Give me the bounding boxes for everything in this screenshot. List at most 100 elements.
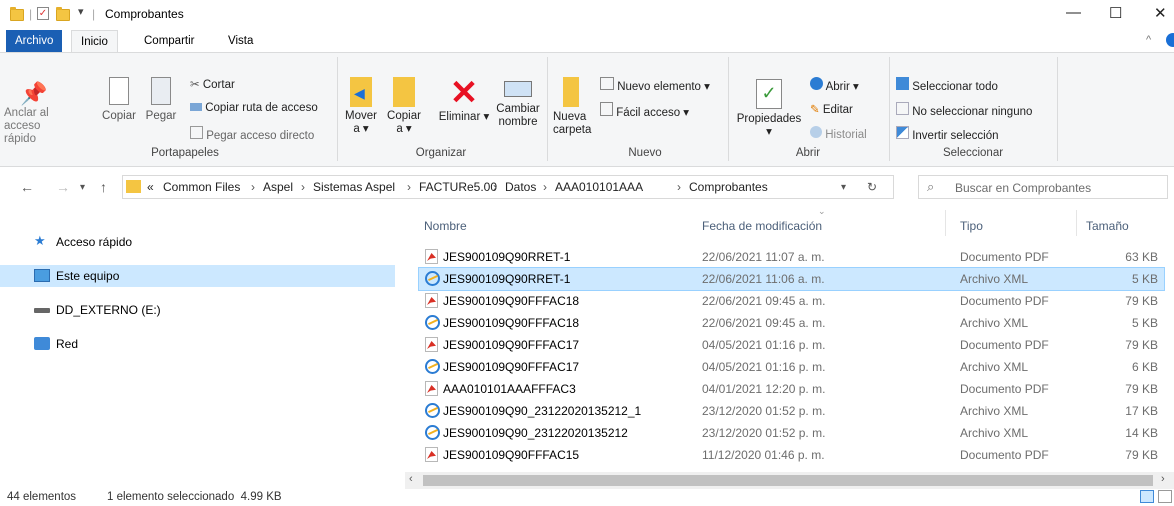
- select-all-button[interactable]: Seleccionar todo: [896, 77, 998, 93]
- breadcrumb-facture[interactable]: FACTURe5.00: [419, 180, 497, 194]
- properties-quick-icon[interactable]: ✓: [37, 7, 49, 20]
- tab-archivo[interactable]: Archivo: [6, 30, 63, 52]
- history-icon: [810, 126, 822, 138]
- back-arrow-icon[interactable]: ←: [20, 179, 34, 195]
- pin-icon: 📌: [20, 81, 48, 106]
- group-divider: [889, 57, 890, 161]
- file-row[interactable]: AAA010101AAAFFFAC3 04/01/2021 12:20 p. m…: [419, 378, 1164, 400]
- window-title: Comprobantes: [105, 7, 184, 21]
- sort-indicator-icon: ⌄: [818, 206, 826, 216]
- copy-path-button[interactable]: Copiar ruta de acceso: [190, 102, 318, 114]
- file-row-selected[interactable]: JES900109Q90RRET-1 22/06/2021 11:06 a. m…: [418, 267, 1165, 291]
- paste-button[interactable]: Pegar: [142, 77, 180, 123]
- close-button[interactable]: ✕: [1154, 4, 1167, 22]
- new-folder-quick-icon[interactable]: [56, 7, 70, 21]
- scroll-left-icon[interactable]: ‹: [409, 473, 413, 485]
- cut-button[interactable]: ✂ Cortar: [190, 77, 235, 91]
- file-row[interactable]: JES900109Q90FFFAC18 22/06/2021 09:45 a. …: [419, 290, 1164, 312]
- paste-shortcut-button[interactable]: Pegar acceso directo: [190, 126, 314, 142]
- folder-icon: [126, 180, 141, 193]
- rename-button[interactable]: Cambiar nombre: [492, 77, 544, 129]
- help-icon[interactable]: [1166, 33, 1174, 47]
- column-header-name[interactable]: Nombre: [424, 219, 467, 233]
- quick-access-dropdown-icon[interactable]: ▾: [78, 5, 84, 18]
- copy-button[interactable]: Copiar: [97, 77, 141, 123]
- search-icon: ⌕: [927, 179, 935, 194]
- file-row[interactable]: JES900109Q90FFFAC17 04/05/2021 01:16 p. …: [419, 356, 1164, 378]
- nav-item-external-drive[interactable]: DD_EXTERNO (E:): [0, 299, 395, 321]
- new-item-icon: [600, 77, 614, 90]
- select-all-icon: [896, 77, 909, 90]
- nav-item-quick-access[interactable]: ★ Acceso rápido: [0, 231, 395, 253]
- edit-button[interactable]: ✎ Editar: [810, 102, 853, 116]
- address-dropdown-icon[interactable]: ▾: [841, 182, 846, 193]
- open-button[interactable]: Abrir ▾: [810, 77, 859, 93]
- ribbon-tabs: Archivo Inicio Compartir Vista ^: [0, 30, 1174, 52]
- tab-vista[interactable]: Vista: [219, 30, 262, 52]
- new-folder-button[interactable]: Nueva carpeta: [553, 77, 603, 137]
- shortcut-icon: [190, 126, 203, 139]
- breadcrumb-datos[interactable]: Datos: [505, 180, 536, 194]
- delete-button[interactable]: ✕ Eliminar ▾: [436, 75, 492, 124]
- breadcrumb-overflow[interactable]: «: [147, 180, 154, 194]
- file-row[interactable]: JES900109Q90_23122020135212 23/12/2020 0…: [419, 422, 1164, 444]
- history-button[interactable]: Historial: [810, 126, 867, 141]
- file-row[interactable]: JES900109Q90RRET-1 22/06/2021 11:07 a. m…: [419, 246, 1164, 268]
- file-row[interactable]: JES900109Q90_23122020135212_1 23/12/2020…: [419, 400, 1164, 422]
- recent-locations-icon[interactable]: ▾: [80, 182, 85, 193]
- pdf-file-icon: [425, 381, 438, 396]
- path-icon: [190, 103, 202, 111]
- column-header-size[interactable]: Tamaño: [1086, 219, 1129, 233]
- forward-arrow-icon[interactable]: →: [56, 179, 70, 195]
- file-row[interactable]: JES900109Q90FFFAC15 11/12/2020 01:46 p. …: [419, 444, 1164, 466]
- select-none-button[interactable]: No seleccionar ninguno: [896, 102, 1032, 118]
- invert-selection-button[interactable]: Invertir selección: [896, 126, 999, 142]
- breadcrumb-sistemas-aspel[interactable]: Sistemas Aspel: [313, 180, 395, 194]
- address-bar[interactable]: « Common Files › Aspel › Sistemas Aspel …: [122, 175, 894, 199]
- group-divider: [547, 57, 548, 161]
- column-divider[interactable]: [1076, 210, 1077, 236]
- new-folder-icon: [563, 77, 579, 107]
- search-placeholder: Buscar en Comprobantes: [955, 181, 1092, 195]
- search-box[interactable]: ⌕ Buscar en Comprobantes: [918, 175, 1168, 199]
- maximize-button[interactable]: ☐: [1109, 4, 1122, 22]
- network-icon: [34, 337, 50, 350]
- file-row[interactable]: JES900109Q90FFFAC17 04/05/2021 01:16 p. …: [419, 334, 1164, 356]
- select-none-icon: [896, 102, 909, 115]
- easy-access-button[interactable]: Fácil acceso ▾: [600, 102, 689, 119]
- breadcrumb-common-files[interactable]: Common Files: [163, 180, 240, 194]
- edge-icon: [810, 77, 823, 90]
- breadcrumb-aspel[interactable]: Aspel: [263, 180, 293, 194]
- column-header-date[interactable]: Fecha de modificación: [702, 219, 822, 233]
- column-header-type[interactable]: Tipo: [960, 219, 983, 233]
- breadcrumb-aaa010101aaa[interactable]: AAA010101AAA: [555, 180, 643, 194]
- tab-inicio[interactable]: Inicio: [71, 30, 118, 52]
- copy-to-button[interactable]: Copiar a ▾: [384, 77, 424, 136]
- horizontal-scrollbar[interactable]: ‹ ›: [405, 472, 1174, 489]
- title-separator: |: [92, 7, 96, 21]
- collapse-ribbon-icon[interactable]: ^: [1146, 34, 1151, 46]
- move-to-button[interactable]: ◀ Mover a ▾: [342, 77, 380, 136]
- star-icon: ★: [34, 233, 46, 248]
- large-icons-view-icon[interactable]: [1158, 490, 1172, 503]
- minimize-button[interactable]: —: [1066, 4, 1081, 21]
- move-folder-icon: ◀: [350, 77, 372, 107]
- scrollbar-thumb[interactable]: [423, 475, 1153, 486]
- refresh-icon[interactable]: ↻: [867, 180, 877, 194]
- scissors-icon: ✂: [190, 79, 200, 91]
- tab-compartir[interactable]: Compartir: [135, 30, 203, 52]
- delete-x-icon: ✕: [449, 74, 479, 112]
- file-row[interactable]: JES900109Q90FFFAC18 22/06/2021 09:45 a. …: [419, 312, 1164, 334]
- details-view-icon[interactable]: [1140, 490, 1154, 503]
- breadcrumb-comprobantes[interactable]: Comprobantes: [689, 180, 768, 194]
- properties-button[interactable]: ✓ Propiedades ▾: [734, 79, 804, 139]
- nav-item-network[interactable]: Red: [0, 333, 395, 355]
- scroll-right-icon[interactable]: ›: [1161, 473, 1165, 485]
- column-divider[interactable]: [945, 210, 946, 236]
- address-row: ← → ▾ ↑ « Common Files › Aspel › Sistema…: [0, 170, 1174, 204]
- nav-item-this-pc[interactable]: Este equipo: [0, 265, 395, 287]
- pdf-file-icon: [425, 447, 438, 462]
- up-arrow-icon[interactable]: ↑: [100, 179, 107, 195]
- pin-quick-access-button[interactable]: 📌 Anclar al acceso rápido: [4, 81, 64, 146]
- new-item-button[interactable]: Nuevo elemento ▾: [600, 77, 710, 93]
